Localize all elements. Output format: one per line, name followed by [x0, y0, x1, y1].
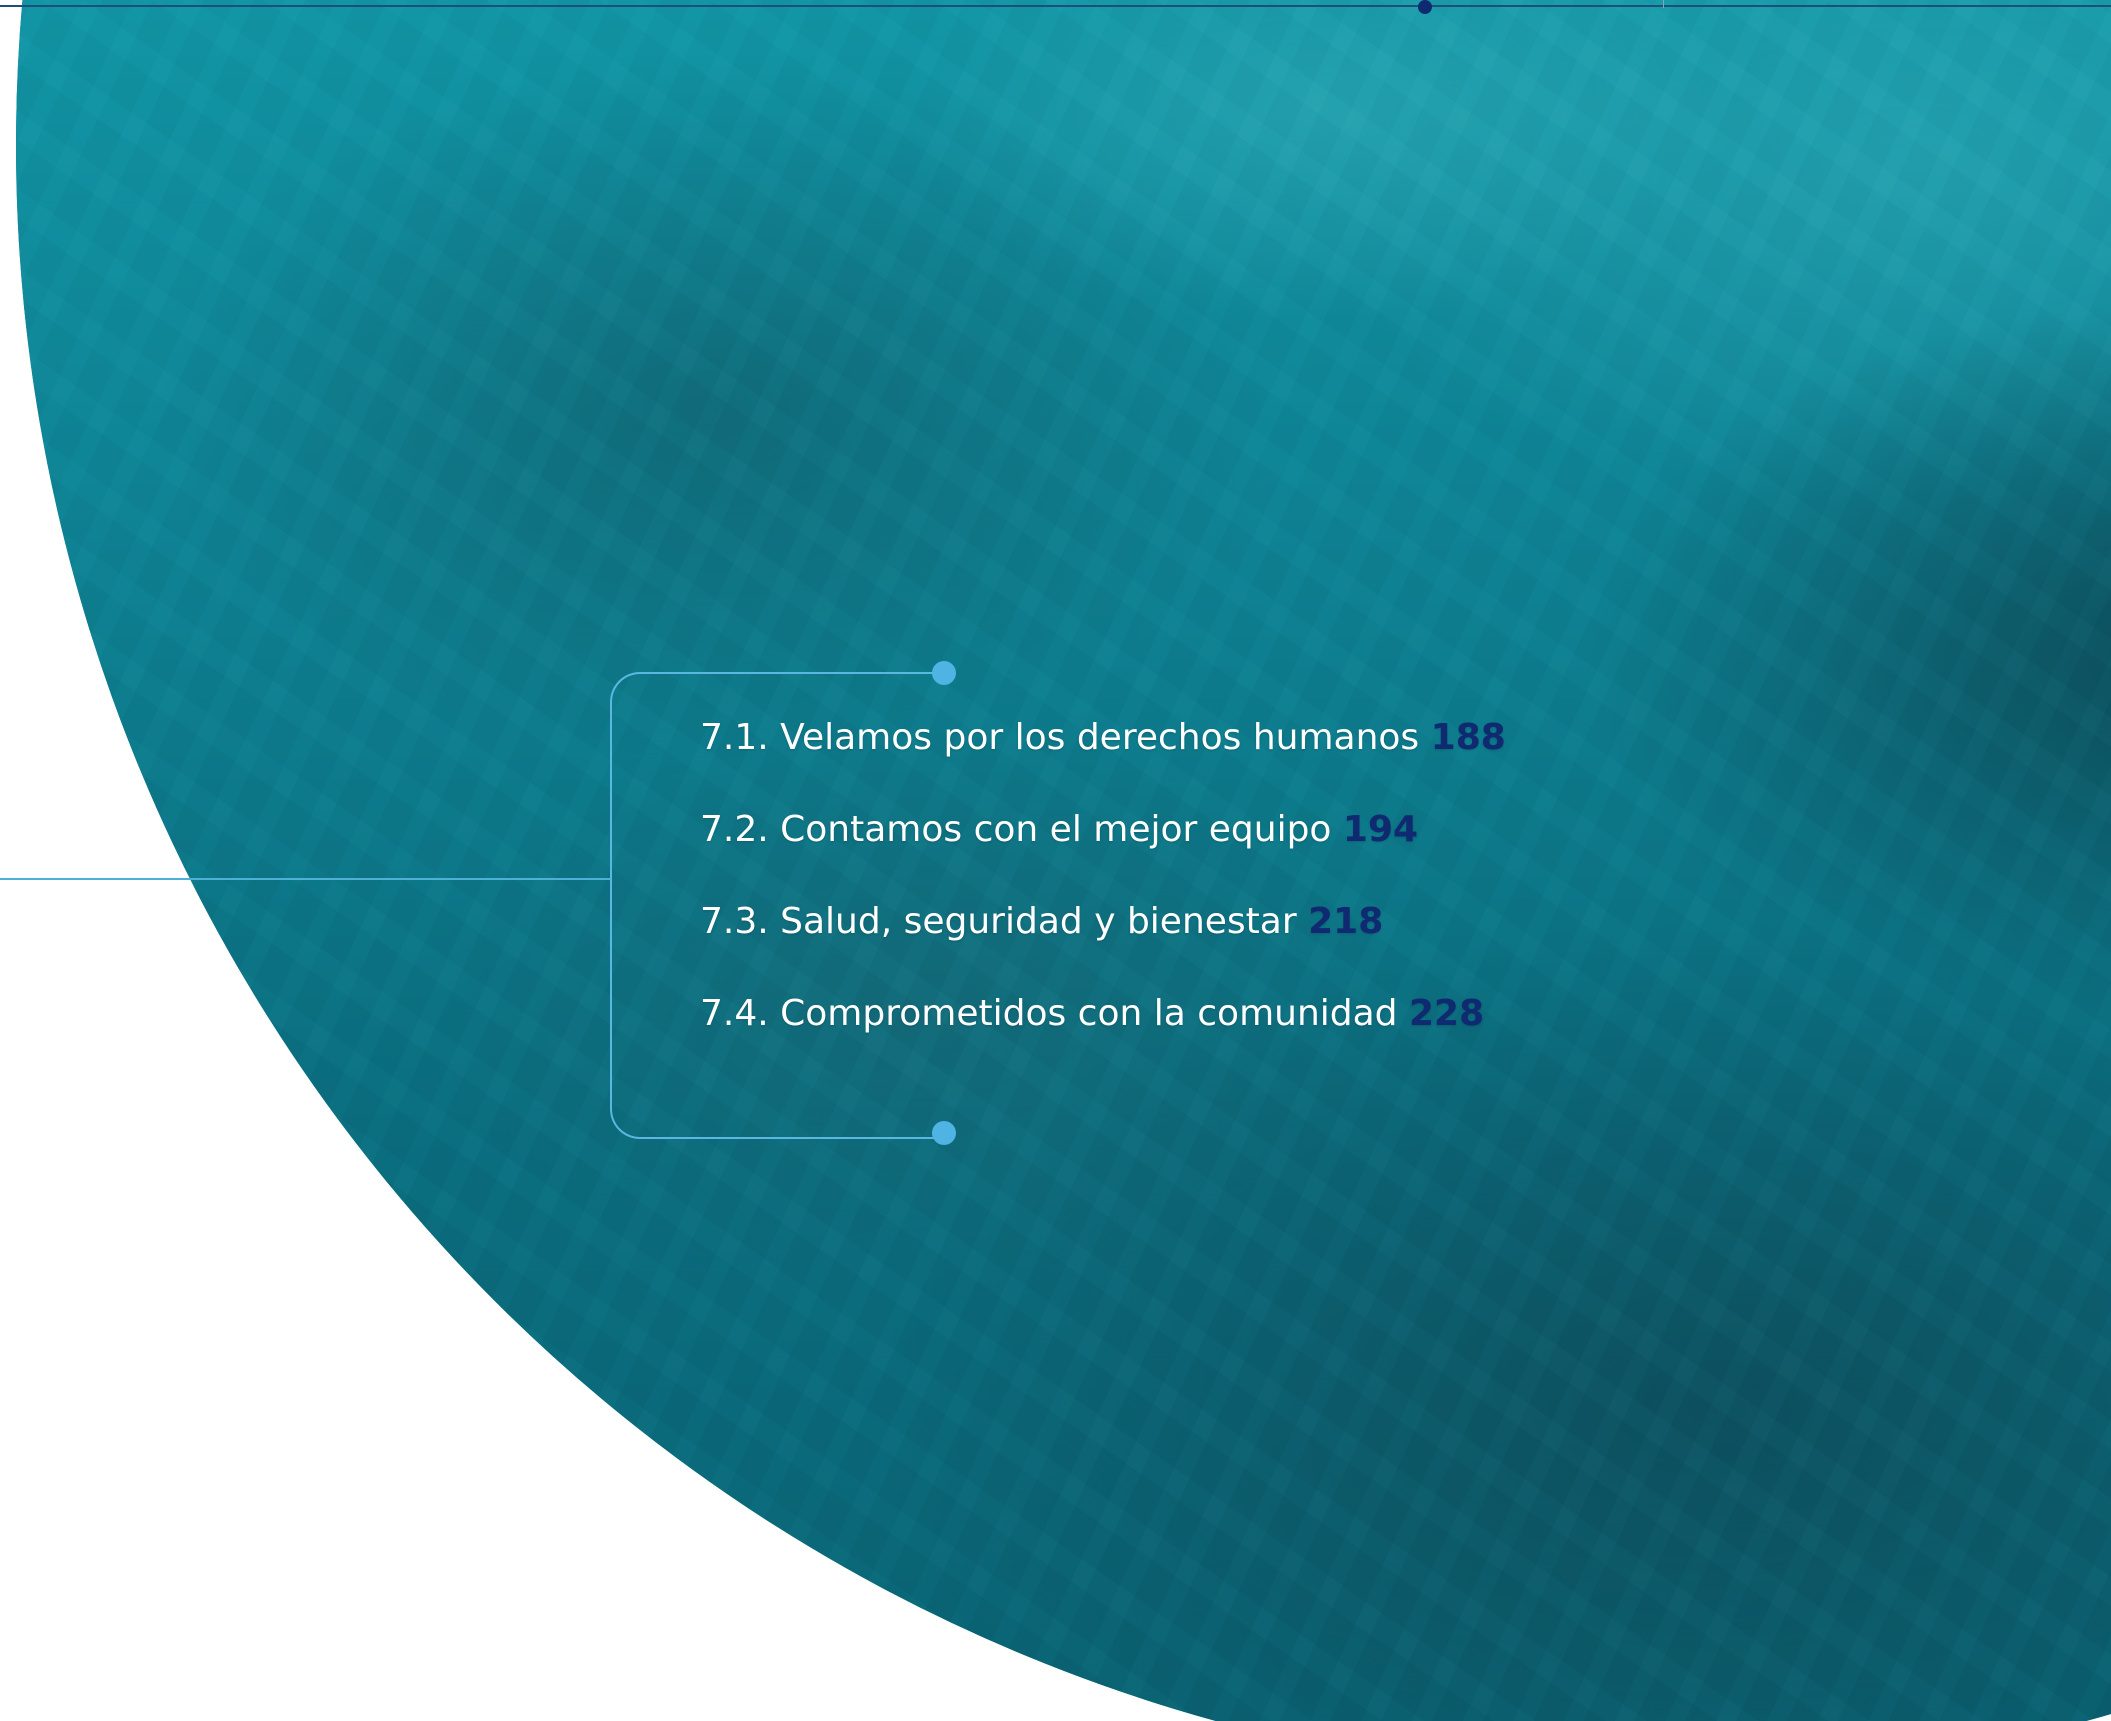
top-rule-dot [1418, 0, 1432, 14]
chapter-cover-page: 7.1. Velamos por los derechos humanos 18… [0, 0, 2111, 1721]
bracket-bottom-dot [932, 1121, 956, 1145]
toc-item-7-2[interactable]: 7.2. Contamos con el mejor equipo 194 [700, 810, 1506, 850]
toc-item-7-1[interactable]: 7.1. Velamos por los derechos humanos 18… [700, 718, 1506, 758]
toc-item-label: 7.1. Velamos por los derechos humanos [700, 717, 1420, 758]
table-of-contents: 7.1. Velamos por los derechos humanos 18… [700, 718, 1506, 1086]
toc-item-7-3[interactable]: 7.3. Salud, seguridad y bienestar 218 [700, 902, 1506, 942]
toc-item-page-number: 218 [1308, 901, 1384, 942]
toc-item-label: 7.3. Salud, seguridad y bienestar [700, 901, 1297, 942]
toc-item-page-number: 188 [1430, 717, 1506, 758]
toc-item-page-number: 194 [1342, 809, 1419, 850]
toc-item-label: 7.2. Contamos con el mejor equipo [700, 809, 1332, 850]
top-rule [0, 5, 2111, 7]
left-connector-line [0, 878, 612, 880]
toc-item-7-4[interactable]: 7.4. Comprometidos con la comunidad 228 [700, 994, 1506, 1034]
toc-item-label: 7.4. Comprometidos con la comunidad [700, 993, 1398, 1034]
bracket-top-dot [932, 661, 956, 685]
toc-item-page-number: 228 [1409, 993, 1485, 1034]
top-rule-tick [1663, 0, 1664, 8]
